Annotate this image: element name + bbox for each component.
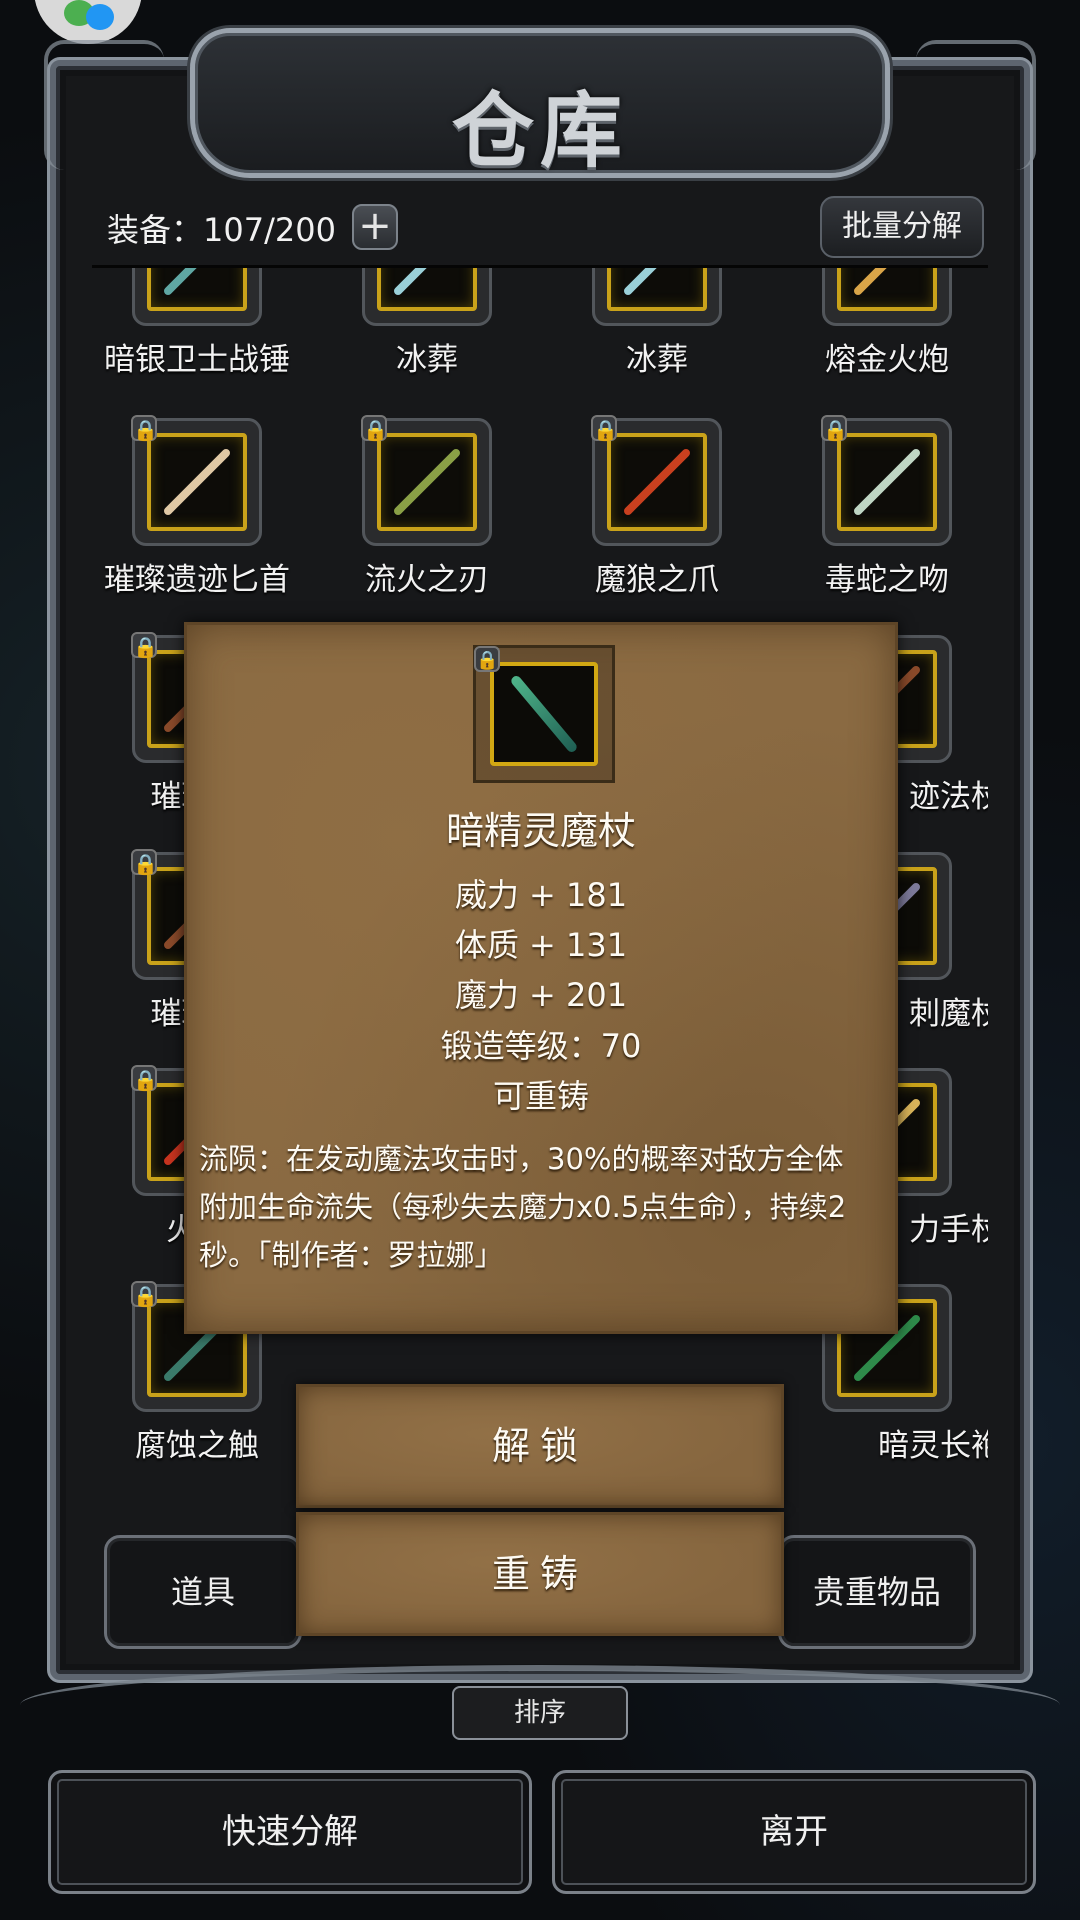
- tab-valuables[interactable]: 贵重物品: [778, 1535, 976, 1649]
- item-name: 毒蛇之吻: [825, 562, 949, 598]
- item-name: 腐蚀之触: [135, 1428, 259, 1464]
- bulk-disassemble-button[interactable]: 批量分解: [820, 196, 984, 258]
- item-slot[interactable]: 🔒: [821, 415, 952, 546]
- item-slot[interactable]: [822, 268, 952, 326]
- lock-icon: 🔒: [591, 415, 618, 442]
- popup-item-slot: 🔒: [473, 645, 615, 783]
- item-slot[interactable]: [592, 268, 722, 326]
- lock-icon: 🔒: [131, 1065, 158, 1092]
- item-slot[interactable]: [362, 268, 492, 326]
- stat-magic: 魔力 + 201: [454, 976, 628, 1014]
- item-frame: [377, 433, 477, 531]
- stat-reforgeable: 可重铸: [492, 1077, 589, 1115]
- grid-item[interactable]: 🔒 璀璨遗迹匕首: [92, 415, 312, 618]
- grid-item[interactable]: 暗银卫士战锤: [92, 268, 312, 398]
- stat-forge-level: 锻造等级：70: [440, 1027, 642, 1065]
- leave-button[interactable]: 离开: [552, 1770, 1036, 1894]
- item-name: 魔狼之爪: [595, 562, 719, 598]
- weapon-icon: [622, 268, 692, 297]
- unlock-button[interactable]: 解锁: [296, 1384, 784, 1508]
- item-frame: [837, 268, 937, 311]
- lock-icon: 🔒: [131, 415, 158, 442]
- item-slot[interactable]: 🔒: [361, 415, 492, 546]
- item-name: 暗灵长袍: [878, 1428, 988, 1464]
- weapon-icon: [852, 447, 922, 517]
- item-slot[interactable]: 🔒: [131, 415, 262, 546]
- stat-constitution: 体质 + 131: [454, 926, 628, 964]
- lock-icon: 🔒: [821, 415, 848, 442]
- item-frame: [837, 433, 937, 531]
- item-frame: [147, 433, 247, 531]
- staff-icon: [509, 674, 579, 754]
- grid-item[interactable]: 🔒 流火之刃: [322, 415, 542, 618]
- item-name: 流火之刃: [365, 562, 489, 598]
- weapon-icon: [392, 268, 462, 297]
- item-name: 熔金火炮: [825, 342, 949, 378]
- grid-item[interactable]: 冰葬: [552, 268, 772, 398]
- tab-items[interactable]: 道具: [104, 1535, 302, 1649]
- lock-icon: 🔒: [131, 849, 158, 876]
- reforge-button[interactable]: 重铸: [296, 1512, 784, 1636]
- lock-icon: 🔒: [474, 646, 500, 672]
- grid-item[interactable]: 🔒 魔狼之爪: [552, 415, 772, 618]
- sort-button[interactable]: 排序: [452, 1686, 628, 1740]
- grid-item[interactable]: 熔金火炮: [782, 268, 988, 398]
- lock-icon: 🔒: [131, 1281, 158, 1308]
- weapon-icon: [852, 268, 922, 297]
- expand-capacity-button[interactable]: +: [352, 204, 398, 250]
- popup-item-frame: [490, 662, 598, 766]
- lock-icon: 🔒: [361, 415, 388, 442]
- equipment-count: 装备：107/200: [107, 211, 336, 249]
- item-slot[interactable]: 🔒: [591, 415, 722, 546]
- item-frame: [147, 268, 247, 311]
- grid-item[interactable]: 🔒 毒蛇之吻: [782, 415, 988, 618]
- page-title: 仓库: [451, 83, 628, 179]
- item-name: 暗银卫士战锤: [104, 342, 290, 378]
- weapon-icon: [392, 447, 462, 517]
- lock-icon: 🔒: [131, 632, 158, 659]
- item-frame: [607, 433, 707, 531]
- item-frame: [377, 268, 477, 311]
- weapon-icon: [162, 447, 232, 517]
- popup-description: 流陨：在发动魔法攻击时，30%的概率对敌方全体附加生命流失（每秒失去魔力x0.5…: [199, 1142, 847, 1272]
- weapon-icon: [622, 447, 692, 517]
- item-slot[interactable]: [132, 268, 262, 326]
- item-name: 冰葬: [396, 342, 458, 378]
- item-name: 璀璨遗迹匕首: [104, 562, 290, 598]
- quick-disassemble-button[interactable]: 快速分解: [48, 1770, 532, 1894]
- item-name: 冰葬: [626, 342, 688, 378]
- grid-item[interactable]: 冰葬: [322, 268, 542, 398]
- weapon-icon: [162, 268, 232, 297]
- item-frame: [607, 268, 707, 311]
- item-detail-popup: 🔒 暗精灵魔杖 威力 + 181 体质 + 131 魔力 + 201 锻造等级：…: [184, 622, 898, 1334]
- popup-item-name: 暗精灵魔杖: [445, 809, 636, 853]
- stat-power: 威力 + 181: [454, 876, 628, 914]
